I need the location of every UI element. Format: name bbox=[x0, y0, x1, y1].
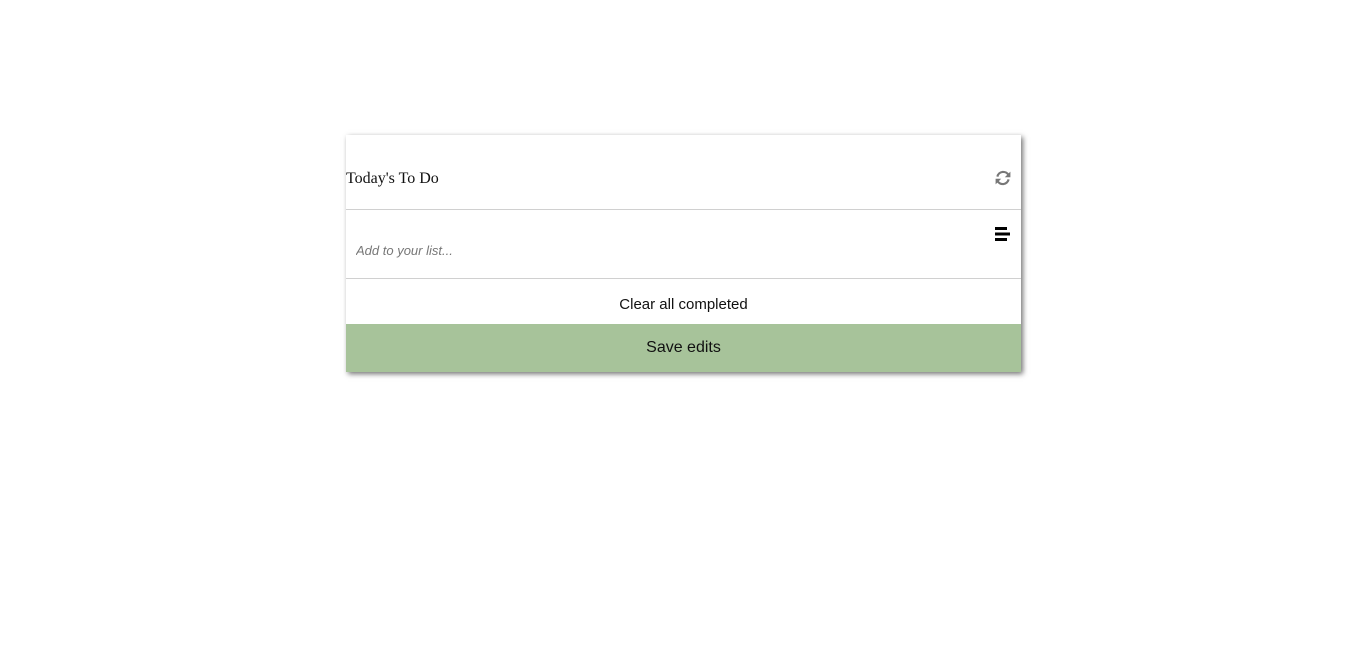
add-item-row bbox=[346, 210, 1021, 279]
clear-row: Clear all completed bbox=[346, 279, 1021, 324]
page-title: Today's To Do bbox=[346, 170, 439, 187]
todo-card: Today's To Do Clear all completed Save e… bbox=[346, 135, 1021, 372]
save-edits-button[interactable]: Save edits bbox=[346, 324, 1021, 372]
list-menu-icon[interactable] bbox=[993, 226, 1011, 242]
clear-completed-button[interactable]: Clear all completed bbox=[619, 296, 747, 313]
add-item-input[interactable] bbox=[356, 240, 916, 260]
todo-header: Today's To Do bbox=[346, 135, 1021, 210]
refresh-icon[interactable] bbox=[994, 169, 1012, 187]
